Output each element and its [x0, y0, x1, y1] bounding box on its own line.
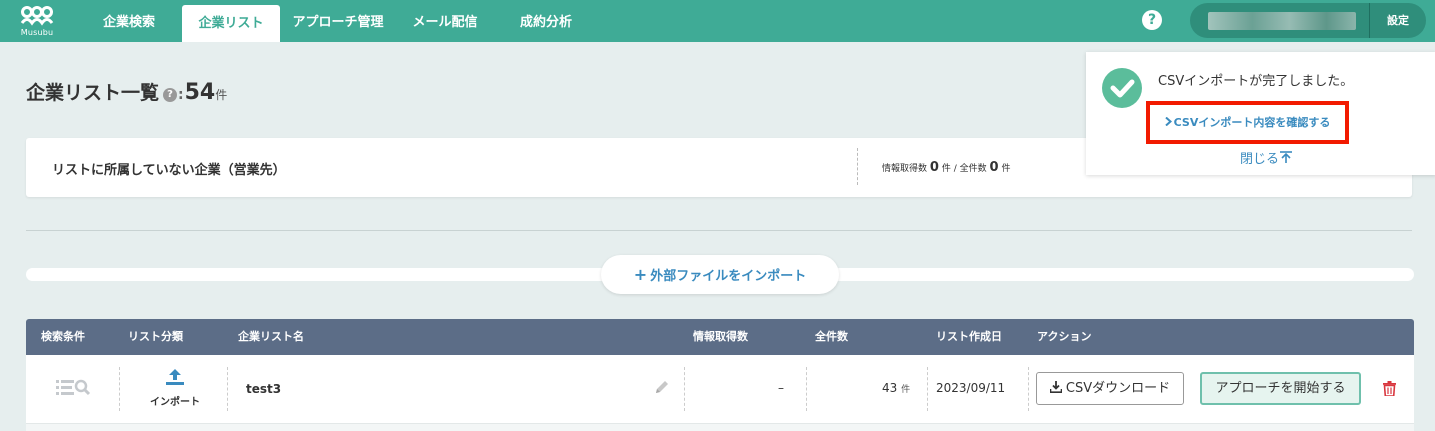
column-header-search-conditions: 検索条件 — [41, 330, 85, 343]
total-count-label: 全件数 — [959, 164, 987, 174]
column-divider — [684, 367, 685, 411]
company-list-table: 検索条件 リスト分類 企業リスト名 情報取得数 全件数 リスト作成日 アクション… — [26, 319, 1414, 431]
total-count-unit: 件 — [1001, 164, 1011, 174]
user-menu[interactable]: 設定 — [1190, 3, 1426, 38]
tab-company-list[interactable]: 企業リスト — [182, 5, 280, 42]
logo-text: Musubu — [20, 28, 54, 37]
stats-slash: / — [953, 164, 957, 174]
total-count-number: 43 — [882, 381, 898, 395]
tab-conversion-analysis[interactable]: 成約分析 — [506, 0, 586, 42]
settings-button[interactable]: 設定 — [1370, 3, 1426, 38]
column-divider — [227, 367, 228, 411]
import-complete-toast: CSVインポートが完了しました。 CSVインポート内容を確認する 閉じる — [1086, 52, 1435, 175]
column-divider — [1028, 367, 1029, 411]
column-header-actions: アクション — [1037, 330, 1092, 343]
list-count: 54 — [184, 80, 216, 105]
chevron-right-icon — [1164, 116, 1172, 127]
column-header-list-category: リスト分類 — [128, 330, 183, 343]
tab-approach-management[interactable]: アプローチ管理 — [284, 0, 392, 42]
title-colon: : — [178, 87, 184, 103]
unassigned-stats: 情報取得数 0 件 / 全件数 0 件 — [882, 160, 1010, 175]
checkmark-icon — [1110, 79, 1135, 98]
toast-message: CSVインポートが完了しました。 — [1158, 74, 1354, 89]
page-title: 企業リスト一覧?:54件 — [26, 78, 227, 105]
success-check-icon — [1102, 68, 1142, 108]
info-count-label: 情報取得数 — [882, 164, 928, 174]
import-external-file-button[interactable]: + 外部ファイルをインポート — [601, 255, 839, 294]
column-divider — [927, 367, 928, 411]
download-icon — [1049, 381, 1063, 393]
column-header-list-name: 企業リスト名 — [238, 330, 304, 343]
logo-mark-icon — [20, 6, 54, 26]
help-icon[interactable]: ? — [1142, 10, 1162, 30]
question-icon[interactable]: ? — [163, 88, 178, 102]
start-approach-button[interactable]: アプローチを開始する — [1200, 372, 1361, 405]
tab-email-delivery[interactable]: メール配信 — [402, 0, 488, 42]
column-header-total-count: 全件数 — [815, 330, 848, 343]
column-header-created-date: リスト作成日 — [936, 330, 1002, 343]
musubu-logo[interactable]: Musubu — [16, 4, 58, 38]
import-button-label: 外部ファイルをインポート — [650, 269, 807, 284]
csv-download-label: CSVダウンロード — [1065, 381, 1171, 396]
user-name-redacted — [1208, 12, 1356, 30]
pencil-icon[interactable] — [654, 379, 670, 395]
confirm-import-label: CSVインポート内容を確認する — [1173, 116, 1331, 129]
info-count-unit: 件 — [941, 164, 951, 174]
table-row — [26, 423, 1414, 431]
total-count-value: 0 — [989, 160, 999, 175]
column-header-info-count: 情報取得数 — [693, 330, 748, 343]
plus-icon: + — [633, 265, 648, 284]
card-divider — [857, 148, 858, 185]
total-count-unit: 件 — [901, 385, 911, 395]
confirm-import-link[interactable]: CSVインポート内容を確認する — [1146, 101, 1349, 144]
close-toast-label: 閉じる — [1240, 152, 1280, 167]
csv-download-button[interactable]: CSVダウンロード — [1036, 372, 1184, 405]
table-row: インポート test3 – 43 件 2023/09/11 CSVダウンロード … — [26, 355, 1414, 423]
column-divider — [806, 367, 807, 411]
list-count-unit: 件 — [215, 88, 228, 102]
page-title-text: 企業リスト一覧 — [26, 82, 160, 104]
upload-icon — [166, 369, 184, 385]
search-conditions-icon[interactable] — [56, 377, 92, 397]
column-divider — [119, 367, 120, 411]
close-toast-link[interactable]: 閉じる — [1240, 148, 1293, 167]
tab-company-search[interactable]: 企業検索 — [88, 0, 170, 42]
list-name[interactable]: test3 — [246, 382, 281, 396]
top-navigation-bar: Musubu 企業検索 企業リスト アプローチ管理 メール配信 成約分析 ? 設… — [0, 0, 1435, 42]
created-date-cell: 2023/09/11 — [936, 381, 1006, 395]
unassigned-label: リストに所属していない企業（営業先） — [52, 163, 286, 178]
section-divider — [26, 230, 1412, 231]
info-count-value: 0 — [929, 160, 939, 175]
trash-icon[interactable] — [1383, 381, 1396, 396]
total-count-cell: 43 件 — [882, 381, 910, 395]
list-category-label: インポート — [150, 397, 200, 408]
table-header: 検索条件 リスト分類 企業リスト名 情報取得数 全件数 リスト作成日 アクション — [26, 319, 1414, 355]
collapse-up-icon — [1280, 151, 1293, 163]
info-count-cell: – — [778, 381, 784, 395]
